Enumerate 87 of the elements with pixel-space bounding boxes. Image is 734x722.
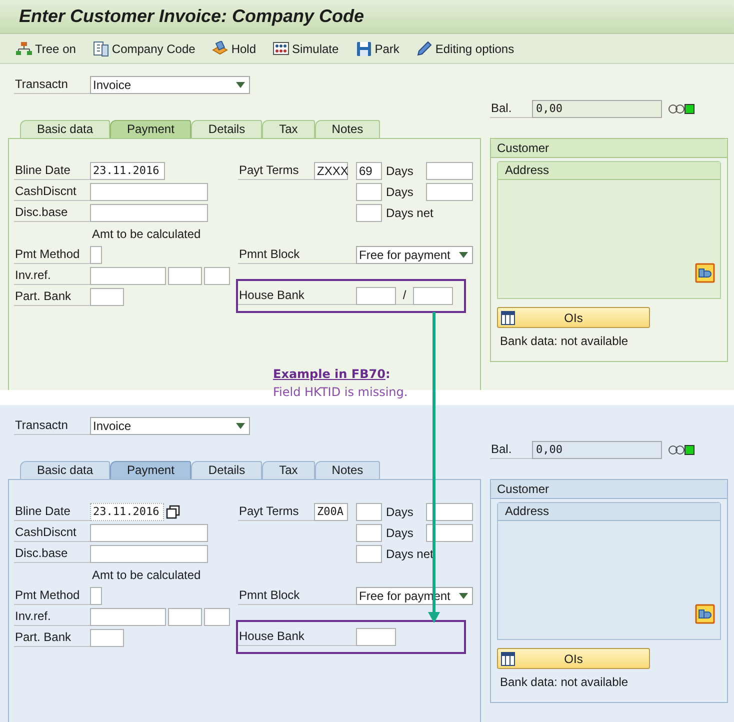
input-field[interactable] — [90, 628, 124, 646]
tab[interactable]: Basic data — [20, 461, 110, 479]
input-field[interactable] — [426, 182, 473, 200]
grid-icon — [273, 40, 289, 56]
input-field[interactable] — [356, 628, 396, 646]
toolbar-button[interactable]: Company Code — [90, 38, 198, 60]
input-field[interactable] — [90, 608, 166, 626]
caret-icon — [236, 423, 245, 429]
balance-field: 0,00 — [532, 100, 662, 118]
terms-field[interactable]: Z00A — [314, 502, 348, 520]
toolbar-button[interactable]: Hold — [210, 38, 258, 60]
days-field[interactable] — [356, 204, 382, 222]
terms-field[interactable]: ZXXX — [314, 162, 348, 180]
window-title: Enter Customer Invoice: Company Code — [19, 5, 364, 28]
open-items-button[interactable]: OIs — [497, 307, 650, 328]
field-label: Days net — [385, 204, 434, 222]
toolbar-button[interactable]: Editing options — [414, 38, 516, 60]
dropdown[interactable]: Free for payment — [356, 246, 473, 264]
status-lights-icon — [668, 445, 696, 455]
date-field[interactable]: 23.11.2016 — [90, 162, 165, 180]
input-field[interactable] — [168, 266, 202, 284]
dropdown[interactable]: Invoice — [90, 417, 250, 435]
input-field[interactable] — [204, 266, 230, 284]
days-field[interactable] — [356, 182, 382, 200]
toolbar-button[interactable]: Tree on — [14, 38, 78, 60]
input-field[interactable] — [90, 246, 102, 264]
input-field[interactable] — [90, 182, 208, 200]
input-field[interactable] — [426, 524, 473, 542]
input-field[interactable] — [356, 286, 396, 304]
annotation-text: Field HKTID is missing. — [273, 384, 409, 401]
days-field[interactable] — [356, 524, 382, 542]
field-label: Days — [385, 162, 414, 180]
tab[interactable]: Details — [191, 120, 262, 138]
input-field[interactable] — [426, 502, 473, 520]
input-field[interactable] — [90, 266, 166, 284]
days-field[interactable] — [356, 502, 382, 520]
input-field[interactable] — [413, 286, 453, 304]
tab[interactable]: Payment — [110, 120, 192, 138]
tab[interactable]: Details — [191, 461, 262, 479]
input-field[interactable] — [168, 608, 202, 626]
table-icon — [501, 311, 515, 325]
edit-icon[interactable] — [695, 604, 715, 624]
input-field[interactable] — [90, 544, 208, 562]
calendar-icon — [166, 504, 180, 518]
tab[interactable]: Payment — [110, 461, 192, 479]
tab[interactable]: Tax — [262, 461, 315, 479]
table-icon — [501, 652, 515, 666]
status-text: Bank data: not available — [500, 674, 630, 691]
open-items-button[interactable]: OIs — [497, 648, 650, 669]
field-label: Days — [385, 184, 414, 200]
field-label: Days — [385, 524, 414, 542]
status-text: Bank data: not available — [500, 333, 630, 350]
date-field[interactable]: 23.11.2016 — [90, 502, 164, 520]
caret-icon — [459, 252, 468, 258]
field-label: Days net — [385, 546, 434, 562]
hierarchy-icon — [16, 40, 32, 56]
save-icon — [356, 40, 372, 56]
tab[interactable]: Notes — [314, 461, 380, 479]
input-field[interactable] — [426, 162, 473, 180]
tab[interactable]: Basic data — [20, 120, 110, 138]
dropdown[interactable]: Invoice — [90, 76, 250, 94]
pencil-icon — [416, 40, 432, 56]
input-field[interactable] — [204, 608, 230, 626]
annotation-heading: Example in FB70: — [273, 366, 392, 383]
days-field[interactable] — [356, 544, 382, 562]
toolbar-button[interactable]: Park — [354, 38, 402, 60]
tab[interactable]: Notes — [314, 120, 380, 138]
document-icon — [92, 40, 109, 56]
status-lights-icon — [668, 104, 696, 114]
days-field[interactable]: 69 — [356, 162, 382, 180]
input-field[interactable] — [90, 204, 208, 222]
panel-header: Customer — [491, 139, 727, 158]
balance-field: 0,00 — [532, 441, 662, 459]
tab[interactable]: Tax — [262, 120, 315, 138]
panel-header: Customer — [491, 480, 727, 499]
input-field[interactable] — [90, 524, 208, 542]
field-label: Days — [385, 504, 414, 520]
box-header: Address — [498, 503, 720, 521]
box-header: Address — [498, 162, 720, 180]
caret-icon — [459, 592, 468, 598]
input-field[interactable] — [90, 586, 102, 604]
toolbar-button[interactable]: Simulate — [271, 38, 341, 60]
note-text: Amt to be calculated — [92, 566, 201, 584]
note-text: Amt to be calculated — [92, 226, 201, 242]
edit-icon[interactable] — [695, 263, 715, 283]
input-field[interactable] — [90, 288, 124, 306]
caret-icon — [236, 82, 245, 88]
